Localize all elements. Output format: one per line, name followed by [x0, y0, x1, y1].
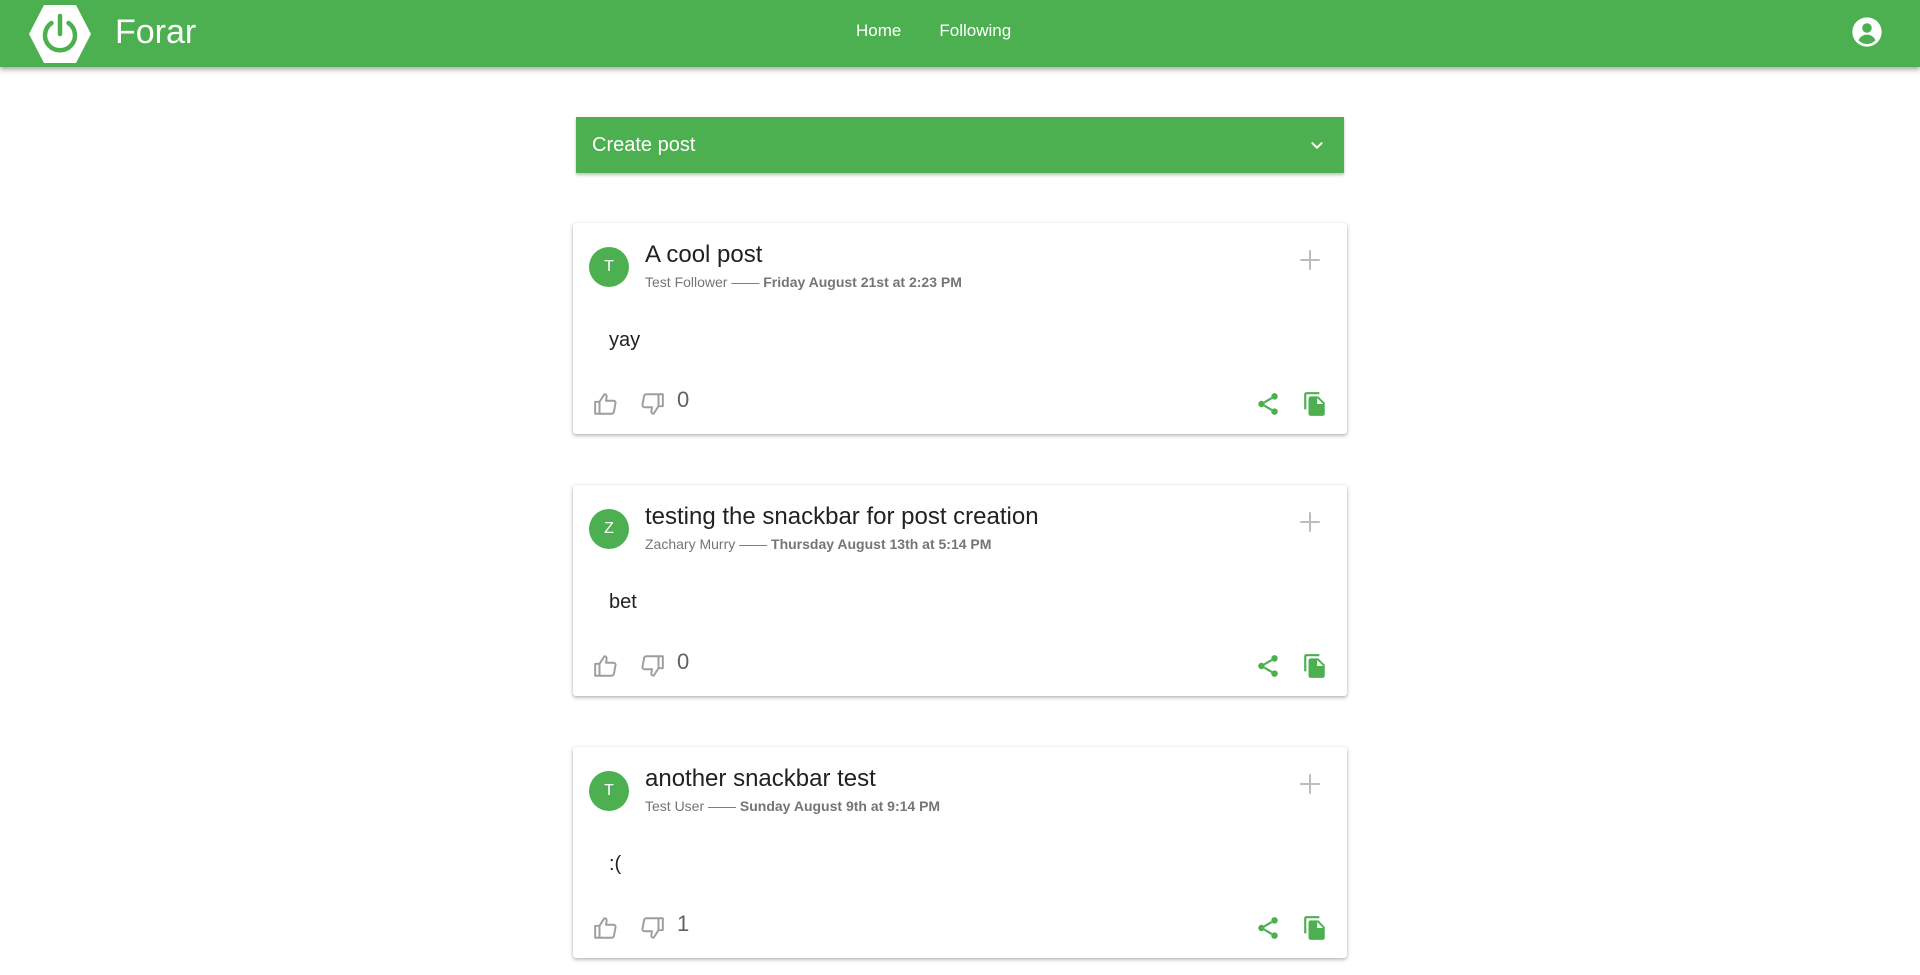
chevron-down-icon — [1306, 134, 1328, 156]
copy-icon[interactable] — [1302, 391, 1328, 417]
thumb-up-icon[interactable] — [593, 915, 619, 941]
plus-icon[interactable] — [1295, 507, 1325, 537]
post-title[interactable]: testing the snackbar for post creation — [645, 503, 1039, 531]
nav-following[interactable]: Following — [920, 20, 1030, 42]
post-author[interactable]: Zachary Murry — [645, 536, 735, 552]
share-icon[interactable] — [1255, 653, 1281, 679]
create-post-expander[interactable]: Create post — [576, 117, 1344, 173]
post-title[interactable]: another snackbar test — [645, 765, 876, 793]
app-title[interactable]: Forar — [115, 12, 196, 52]
vote-count: 0 — [677, 649, 690, 674]
post-card: Z testing the snackbar for post creation… — [573, 485, 1347, 696]
plus-icon[interactable] — [1295, 769, 1325, 799]
account-circle-icon[interactable] — [1851, 16, 1883, 48]
meta-separator: —— — [708, 798, 737, 814]
thumb-down-icon[interactable] — [639, 915, 665, 941]
post-date: Thursday August 13th at 5:14 PM — [771, 536, 992, 552]
thumb-down-icon[interactable] — [639, 391, 665, 417]
post-card: T A cool post Test Follower —— Friday Au… — [573, 223, 1347, 434]
vote-count: 1 — [677, 911, 690, 936]
post-card: T another snackbar test Test User —— Sun… — [573, 747, 1347, 958]
post-meta: Zachary Murry —— Thursday August 13th at… — [645, 536, 991, 552]
post-body: :( — [609, 853, 622, 875]
thumb-up-icon[interactable] — [593, 391, 619, 417]
thumb-down-icon[interactable] — [639, 653, 665, 679]
post-date: Friday August 21st at 2:23 PM — [763, 274, 962, 290]
meta-separator: —— — [731, 274, 760, 290]
post-author[interactable]: Test User — [645, 798, 704, 814]
top-nav: Home Following — [856, 20, 1030, 42]
post-meta: Test User —— Sunday August 9th at 9:14 P… — [645, 798, 940, 814]
post-title[interactable]: A cool post — [645, 241, 762, 269]
share-icon[interactable] — [1255, 391, 1281, 417]
plus-icon[interactable] — [1295, 245, 1325, 275]
nav-home[interactable]: Home — [856, 20, 920, 42]
meta-separator: —— — [739, 536, 768, 552]
share-icon[interactable] — [1255, 915, 1281, 941]
post-author[interactable]: Test Follower — [645, 274, 727, 290]
post-meta: Test Follower —— Friday August 21st at 2… — [645, 274, 962, 290]
thumb-up-icon[interactable] — [593, 653, 619, 679]
avatar: T — [589, 771, 629, 811]
copy-icon[interactable] — [1302, 915, 1328, 941]
avatar: Z — [589, 509, 629, 549]
power-logo-icon[interactable] — [28, 3, 92, 65]
post-body: bet — [609, 591, 637, 613]
app-bar: Forar Home Following — [0, 0, 1920, 67]
post-date: Sunday August 9th at 9:14 PM — [739, 798, 941, 814]
post-body: yay — [609, 329, 641, 351]
avatar: T — [589, 247, 629, 287]
create-post-label: Create post — [592, 133, 696, 156]
copy-icon[interactable] — [1302, 653, 1328, 679]
vote-count: 0 — [677, 387, 690, 412]
